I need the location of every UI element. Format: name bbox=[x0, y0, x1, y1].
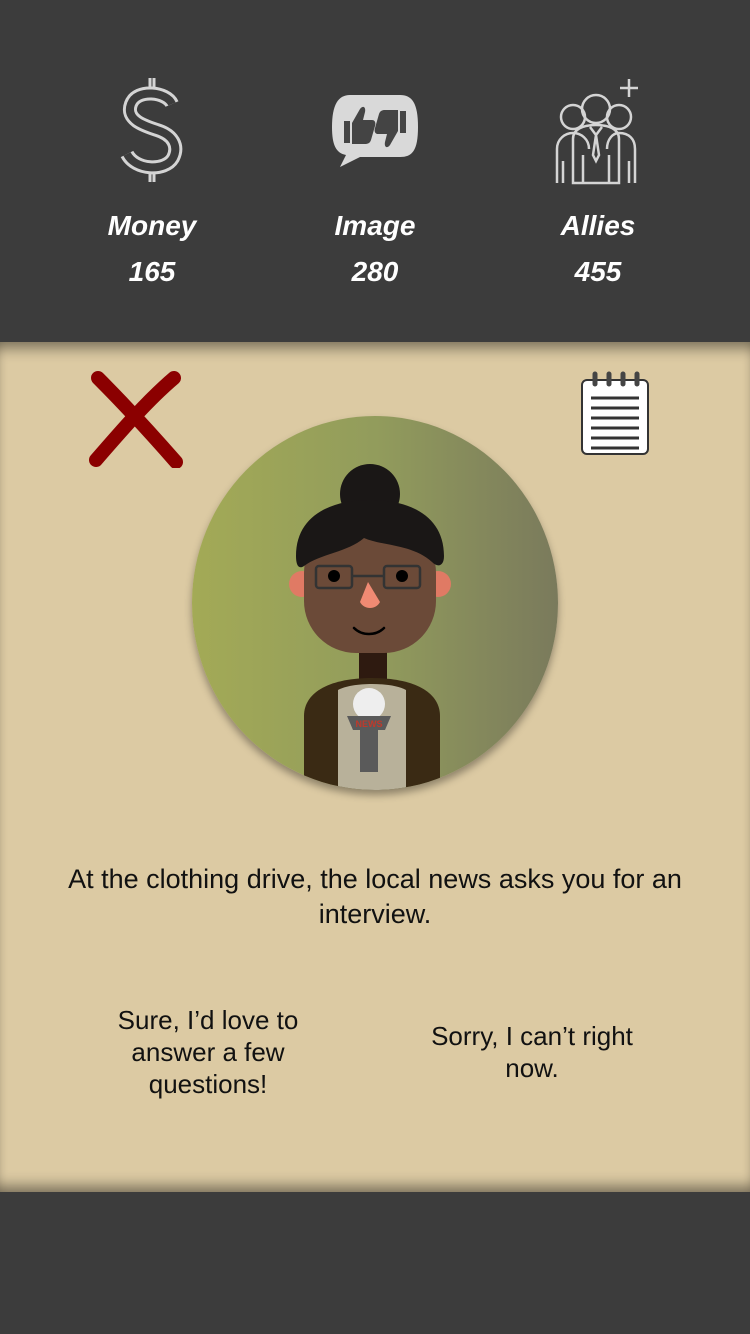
stat-value-image: 280 bbox=[351, 256, 399, 287]
stat-value-allies: 455 bbox=[574, 256, 622, 287]
choice-accept-button[interactable]: Sure, I’d love to answer a few questions… bbox=[78, 1004, 338, 1100]
dollar-sign-icon bbox=[52, 70, 252, 190]
thumbs-up-down-speech-icon bbox=[275, 70, 475, 190]
notepad-icon[interactable] bbox=[578, 370, 652, 458]
bottom-bar bbox=[0, 1192, 750, 1334]
stat-money: Money 165 bbox=[52, 70, 252, 300]
stat-label-image: Image bbox=[334, 210, 416, 241]
people-add-icon bbox=[498, 70, 698, 190]
event-prompt: At the clothing drive, the local news as… bbox=[68, 864, 682, 929]
choice-decline-button[interactable]: Sorry, I can’t right now. bbox=[402, 1020, 662, 1084]
mic-label: NEWS bbox=[356, 719, 383, 729]
stat-value-money: 165 bbox=[128, 256, 176, 287]
stat-allies: Allies 455 bbox=[498, 70, 698, 300]
news-reporter-avatar: NEWS bbox=[192, 416, 558, 790]
stat-label-money: Money bbox=[107, 210, 197, 241]
x-close-icon[interactable] bbox=[88, 370, 184, 469]
event-card: NEWS At the clothing drive, the local ne… bbox=[0, 342, 750, 1192]
stat-label-allies: Allies bbox=[560, 210, 636, 241]
stats-bar: Money 165 Image 280 Allies 455 bbox=[0, 0, 750, 342]
stat-image: Image 280 bbox=[275, 70, 475, 300]
